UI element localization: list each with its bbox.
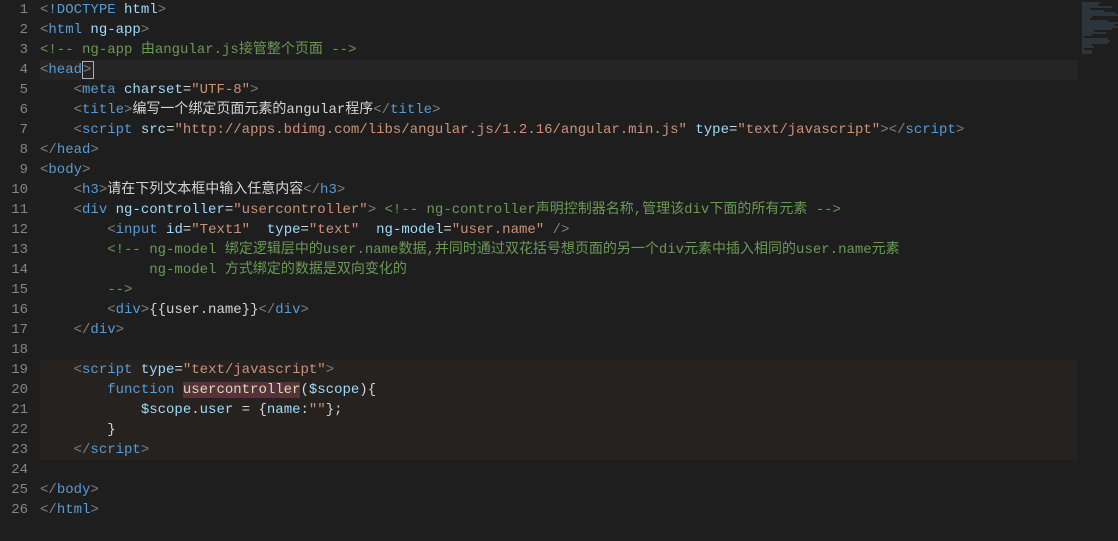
code-line[interactable]: <input id="Text1" type="text" ng-model="… [40,220,1078,240]
line-number: 19 [8,360,28,380]
line-number: 15 [8,280,28,300]
code-editor[interactable]: 1 2 3 4 5 6 7 8 9 10 11 12 13 14 15 16 1… [0,0,1118,541]
function-name: usercontroller [183,382,301,398]
code-line[interactable] [40,340,1078,360]
code-line[interactable] [40,460,1078,480]
line-number: 16 [8,300,28,320]
line-number: 24 [8,460,28,480]
code-line[interactable]: <script src="http://apps.bdimg.com/libs/… [40,120,1078,140]
line-number: 21 [8,400,28,420]
line-number: 23 [8,440,28,460]
code-line[interactable]: <meta charset="UTF-8"> [40,80,1078,100]
code-line[interactable]: <div>{{user.name}}</div> [40,300,1078,320]
minimap[interactable] [1078,0,1118,541]
line-number: 4 [8,60,28,80]
code-line[interactable]: <div ng-controller="usercontroller"> <!-… [40,200,1078,220]
code-line[interactable]: </body> [40,480,1078,500]
code-area[interactable]: <!DOCTYPE html> <html ng-app> <!-- ng-ap… [40,0,1078,541]
line-number: 17 [8,320,28,340]
cursor: > [82,61,94,79]
line-number: 1 [8,0,28,20]
code-line[interactable]: <body> [40,160,1078,180]
code-line[interactable]: function usercontroller($scope){ [40,380,1078,400]
code-line[interactable]: --> [40,280,1078,300]
code-line[interactable]: <title>编写一个绑定页面元素的angular程序</title> [40,100,1078,120]
line-number: 20 [8,380,28,400]
line-number-gutter: 1 2 3 4 5 6 7 8 9 10 11 12 13 14 15 16 1… [0,0,40,541]
line-number: 12 [8,220,28,240]
code-line[interactable]: <!-- ng-model 绑定逻辑层中的user.name数据,并同时通过双花… [40,240,1078,260]
code-line[interactable]: </script> [40,440,1078,460]
minimap-line [1082,52,1092,54]
code-line[interactable]: } [40,420,1078,440]
line-number: 9 [8,160,28,180]
line-number: 3 [8,40,28,60]
code-line[interactable]: </div> [40,320,1078,340]
line-number: 14 [8,260,28,280]
code-line-active[interactable]: <head> [40,60,1078,80]
code-line[interactable]: ng-model 方式绑定的数据是双向变化的 [40,260,1078,280]
code-line[interactable]: <!DOCTYPE html> [40,0,1078,20]
code-line[interactable]: <h3>请在下列文本框中输入任意内容</h3> [40,180,1078,200]
line-number: 22 [8,420,28,440]
code-line[interactable]: <!-- ng-app 由angular.js接管整个页面 --> [40,40,1078,60]
code-line[interactable]: </html> [40,500,1078,520]
code-line[interactable]: <script type="text/javascript"> [40,360,1078,380]
line-number: 10 [8,180,28,200]
line-number: 2 [8,20,28,40]
line-number: 13 [8,240,28,260]
line-number: 11 [8,200,28,220]
line-number: 5 [8,80,28,100]
line-number: 18 [8,340,28,360]
code-line[interactable]: $scope.user = {name:""}; [40,400,1078,420]
line-number: 8 [8,140,28,160]
line-number: 6 [8,100,28,120]
code-line[interactable]: <html ng-app> [40,20,1078,40]
line-number: 26 [8,500,28,520]
line-number: 25 [8,480,28,500]
code-line[interactable]: </head> [40,140,1078,160]
line-number: 7 [8,120,28,140]
